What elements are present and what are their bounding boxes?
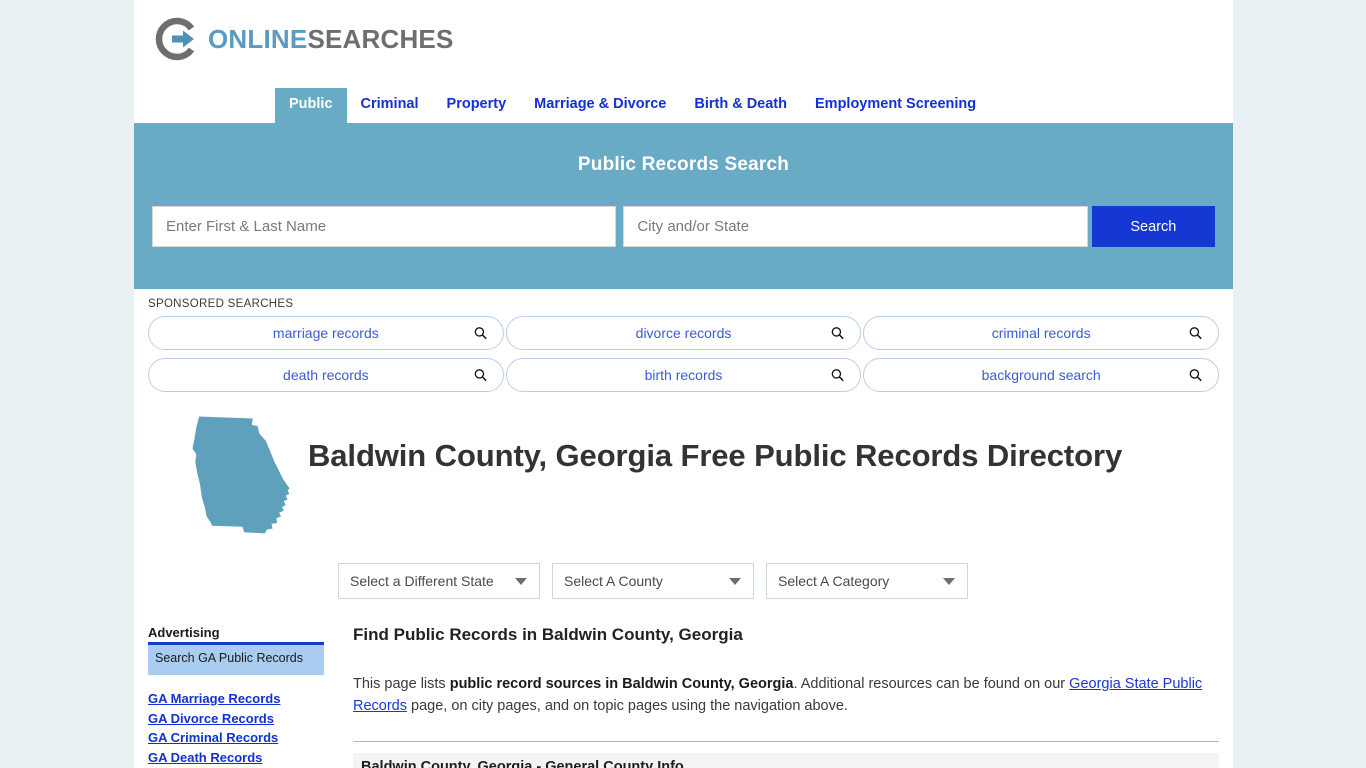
public-records-search-banner: Public Records Search Search — [134, 126, 1233, 289]
sponsored-pill-criminal-records[interactable]: criminal records — [863, 316, 1220, 350]
category-select-value: Select A Category — [778, 573, 890, 589]
sponsored-pill-label: criminal records — [991, 325, 1091, 341]
chevron-down-icon — [729, 577, 741, 585]
state-select[interactable]: Select a Different State — [338, 563, 540, 599]
chevron-down-icon — [515, 577, 527, 585]
paragraph-text-pre: This page lists — [353, 676, 450, 692]
sponsored-searches-label: SPONSORED SEARCHES — [148, 298, 294, 310]
nav-tab-criminal[interactable]: Criminal — [347, 88, 433, 123]
search-icon — [1189, 327, 1202, 340]
sidebar-links: GA Marriage Records GA Divorce Records G… — [148, 689, 324, 768]
search-button[interactable]: Search — [1091, 206, 1216, 247]
search-icon — [831, 369, 845, 382]
section-heading: Find Public Records in Baldwin County, G… — [353, 625, 743, 644]
paragraph-text-mid: . Additional resources can be found on o… — [793, 676, 1070, 692]
page-title: Baldwin County, Georgia Free Public Reco… — [308, 438, 1123, 473]
sponsored-pill-divorce-records[interactable]: divorce records — [505, 316, 862, 350]
sponsored-pill-background-search[interactable]: background search — [863, 358, 1220, 392]
sidebar-link-ga-marriage-records[interactable]: GA Marriage Records — [148, 689, 324, 709]
sponsored-pill-label: marriage records — [272, 325, 379, 341]
county-info-table-header: Baldwin County, Georgia - General County… — [353, 753, 1219, 768]
nav-tab-birth-death[interactable]: Birth & Death — [680, 88, 801, 123]
sponsored-pill-label: background search — [981, 367, 1101, 383]
advertising-heading: Advertising — [148, 625, 324, 645]
search-icon — [1189, 369, 1202, 382]
sponsored-pill-label: divorce records — [635, 325, 732, 341]
page-root: ONLINESEARCHES Public Criminal Property … — [0, 0, 1366, 768]
search-icon — [831, 327, 845, 340]
logo-text-searches: SEARCHES — [307, 24, 454, 54]
page-title-block: Baldwin County, Georgia Free Public Reco… — [134, 392, 1233, 541]
main-content: Find Public Records in Baldwin County, G… — [324, 625, 1219, 768]
sponsored-pill-birth-records[interactable]: birth records — [505, 358, 862, 392]
sponsored-pill-label: birth records — [644, 367, 723, 383]
nav-tab-public[interactable]: Public — [275, 88, 347, 123]
category-select[interactable]: Select A Category — [766, 563, 968, 599]
lower-section: Advertising Search GA Public Records GA … — [134, 599, 1233, 768]
sponsored-pill-label: death records — [283, 367, 369, 383]
city-state-search-input[interactable] — [623, 206, 1088, 247]
nav-tab-employment-screening[interactable]: Employment Screening — [801, 88, 990, 123]
circle-arrow-icon — [154, 17, 200, 61]
sidebar-link-ga-divorce-records[interactable]: GA Divorce Records — [148, 709, 324, 729]
search-banner-title: Public Records Search — [577, 154, 790, 175]
county-select[interactable]: Select A County — [552, 563, 754, 599]
sidebar-link-ga-death-records[interactable]: GA Death Records — [148, 748, 324, 768]
sponsored-pill-death-records[interactable]: death records — [148, 358, 504, 392]
search-icon — [474, 369, 487, 382]
paragraph-bold-phrase: public record sources in Baldwin County,… — [449, 676, 794, 692]
site-logo[interactable]: ONLINESEARCHES — [134, 0, 1233, 78]
search-icon — [474, 327, 487, 340]
logo-wordmark: ONLINESEARCHES — [208, 26, 454, 52]
sponsored-row-1: marriage records divorce records crimina… — [148, 316, 1220, 350]
sponsored-row-2: death records birth records background s… — [148, 358, 1220, 392]
search-form: Search — [152, 206, 1216, 247]
main-navigation: Public Criminal Property Marriage & Divo… — [134, 78, 1233, 126]
sidebar-link-ga-criminal-records[interactable]: GA Criminal Records — [148, 728, 324, 748]
content-container: ONLINESEARCHES Public Criminal Property … — [134, 0, 1233, 768]
nav-tab-property[interactable]: Property — [433, 88, 521, 123]
georgia-state-map-icon — [148, 404, 308, 541]
county-select-value: Select A County — [564, 573, 663, 589]
sponsored-searches: SPONSORED SEARCHES marriage records divo… — [134, 289, 1233, 392]
paragraph-text-post: page, on city pages, and on topic pages … — [407, 698, 848, 715]
county-info-table: Baldwin County, Georgia - General County… — [353, 741, 1219, 768]
sidebar: Advertising Search GA Public Records GA … — [148, 625, 324, 768]
sidebar-ad-block[interactable]: Search GA Public Records — [148, 645, 324, 675]
intro-paragraph: This page lists public record sources in… — [353, 673, 1219, 717]
location-filters: Select a Different State Select A County… — [134, 541, 1233, 599]
state-select-value: Select a Different State — [350, 573, 494, 589]
sponsored-pill-marriage-records[interactable]: marriage records — [148, 316, 504, 350]
chevron-down-icon — [943, 577, 955, 585]
name-search-input[interactable] — [152, 206, 617, 247]
logo-text-online: ONLINE — [208, 24, 308, 54]
nav-tab-marriage-divorce[interactable]: Marriage & Divorce — [520, 88, 680, 123]
